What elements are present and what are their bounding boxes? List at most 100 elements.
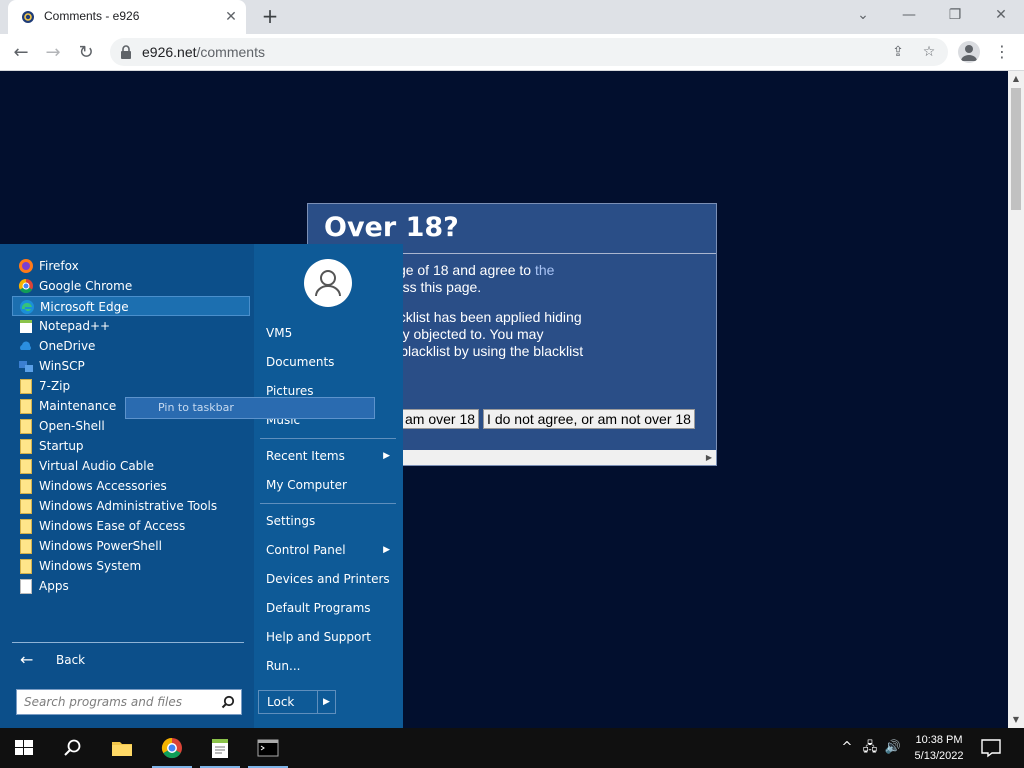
place-recent-items[interactable]: Recent Items ▶ [266, 445, 400, 467]
lock-button[interactable]: Lock ▶ [258, 690, 336, 714]
folder-icon [20, 559, 32, 574]
tos-link[interactable]: the [535, 262, 554, 278]
scroll-up-icon[interactable]: ▲ [1008, 71, 1024, 87]
program-item-windows-ease-of-access[interactable]: Windows Ease of Access [12, 516, 250, 536]
taskbar-chrome[interactable] [148, 728, 196, 768]
disagree-button[interactable]: I do not agree, or am not over 18 [483, 409, 695, 429]
browser-menu-icon[interactable]: ⋮ [994, 41, 1010, 63]
program-item-windows-admin-tools[interactable]: Windows Administrative Tools [12, 496, 250, 516]
program-item-notepadpp[interactable]: Notepad++ [12, 316, 250, 336]
winscp-icon [19, 361, 33, 372]
program-item-7zip[interactable]: 7-Zip [12, 376, 250, 396]
program-item-firefox[interactable]: Firefox [12, 256, 250, 276]
place-control-panel[interactable]: Control Panel ▶ [266, 539, 400, 561]
taskbar-notepadpp[interactable] [196, 728, 244, 768]
minimize-button[interactable]: — [886, 0, 932, 30]
browser-tabstrip: Comments - e926 ✕ + ⌄ — ❐ ✕ [0, 0, 1024, 34]
search-placeholder: Search programs and files [24, 695, 182, 709]
place-documents[interactable]: Documents [266, 351, 400, 373]
folder-icon [20, 439, 32, 454]
place-my-computer[interactable]: My Computer [266, 474, 400, 496]
share-icon[interactable]: ⇪ [889, 43, 907, 61]
profile-icon[interactable] [958, 41, 980, 63]
context-menu-pin-to-taskbar[interactable]: Pin to taskbar [125, 397, 375, 419]
taskbar-search-button[interactable] [48, 728, 96, 768]
place-devices-printers[interactable]: Devices and Printers [266, 568, 400, 590]
folder-icon [20, 479, 32, 494]
program-label: Windows Administrative Tools [39, 499, 218, 513]
program-item-onedrive[interactable]: OneDrive [12, 336, 250, 356]
program-item-windows-accessories[interactable]: Windows Accessories [12, 476, 250, 496]
program-item-windows-system[interactable]: Windows System [12, 556, 250, 576]
lock-options-arrow-icon[interactable]: ▶ [317, 691, 335, 713]
program-item-winscp[interactable]: WinSCP [12, 356, 250, 376]
taskbar-clock[interactable]: 10:38 PM 5/13/2022 [908, 732, 970, 764]
firefox-icon [19, 259, 33, 273]
back-label: Back [56, 653, 86, 667]
program-label: Maintenance [39, 399, 117, 413]
scroll-thumb[interactable] [1011, 88, 1021, 210]
program-label: 7-Zip [39, 379, 71, 393]
address-bar[interactable]: e926.net/comments ⇪ ☆ [110, 38, 948, 66]
reload-icon[interactable]: ↻ [73, 40, 99, 66]
program-item-chrome[interactable]: Google Chrome [12, 276, 250, 296]
place-default-programs[interactable]: Default Programs [266, 597, 400, 619]
folder-icon [20, 499, 32, 514]
onedrive-icon [20, 341, 31, 350]
user-avatar-icon[interactable] [304, 259, 352, 307]
program-item-edge[interactable]: Microsoft Edge [12, 296, 250, 316]
restore-button[interactable]: ❐ [932, 0, 978, 30]
programs-list: Firefox Google Chrome Microsoft Edge Not… [0, 244, 254, 728]
edge-icon [20, 300, 34, 314]
program-label: OneDrive [39, 339, 96, 353]
folder-icon [20, 419, 32, 434]
volume-icon[interactable]: 🔊 [884, 738, 902, 758]
lock-icon [121, 45, 131, 59]
place-settings[interactable]: Settings [266, 510, 400, 532]
place-run[interactable]: Run... [266, 655, 400, 677]
start-button[interactable] [0, 728, 48, 768]
back-arrow-icon[interactable]: ← [8, 40, 34, 66]
program-item-windows-powershell[interactable]: Windows PowerShell [12, 536, 250, 556]
places-divider [260, 503, 396, 504]
new-tab-button[interactable]: + [258, 6, 282, 28]
network-icon[interactable]: 🖧 [861, 738, 879, 758]
bookmark-star-icon[interactable]: ☆ [920, 43, 938, 61]
folder-icon [20, 459, 32, 474]
place-help-support[interactable]: Help and Support [266, 626, 400, 648]
program-label: Firefox [39, 259, 79, 273]
program-label: Windows Ease of Access [39, 519, 186, 533]
tab-close-icon[interactable]: ✕ [222, 8, 240, 26]
program-label: WinSCP [39, 359, 85, 373]
taskbar-terminal[interactable] [244, 728, 292, 768]
page-scrollbar[interactable]: ▲ ▼ [1008, 71, 1024, 728]
search-icon[interactable] [221, 695, 235, 709]
program-label: Windows Accessories [39, 479, 167, 493]
tray-overflow-icon[interactable]: ^ [838, 738, 856, 758]
search-input[interactable]: Search programs and files [16, 689, 242, 715]
program-item-startup[interactable]: Startup [12, 436, 250, 456]
program-item-open-shell[interactable]: Open-Shell [12, 416, 250, 436]
program-item-virtual-audio-cable[interactable]: Virtual Audio Cable [12, 456, 250, 476]
program-label: Virtual Audio Cable [39, 459, 155, 473]
agree-button[interactable]: am over 18 [401, 409, 480, 429]
lock-label: Lock [267, 695, 295, 709]
tab-search-icon[interactable]: ⌄ [840, 0, 886, 30]
close-window-button[interactable]: ✕ [978, 0, 1024, 30]
back-arrow-icon: ← [20, 650, 34, 669]
back-button[interactable]: ← Back [12, 649, 244, 671]
scroll-right-icon[interactable]: ▶ [706, 450, 712, 465]
forward-arrow-icon[interactable]: → [40, 40, 66, 66]
place-user[interactable]: VM5 [266, 322, 400, 344]
windows-logo-icon [15, 740, 33, 755]
url-domain: e926.net [142, 44, 197, 60]
programs-divider [12, 642, 244, 643]
notification-center-icon[interactable] [980, 738, 1002, 758]
browser-tab[interactable]: Comments - e926 ✕ [8, 0, 246, 34]
submenu-arrow-icon: ▶ [383, 451, 390, 461]
scroll-down-icon[interactable]: ▼ [1008, 712, 1024, 728]
program-item-apps[interactable]: Apps [12, 576, 250, 596]
place-label: Control Panel [266, 543, 346, 557]
terminal-icon [257, 739, 279, 757]
taskbar-file-explorer[interactable] [98, 728, 146, 768]
